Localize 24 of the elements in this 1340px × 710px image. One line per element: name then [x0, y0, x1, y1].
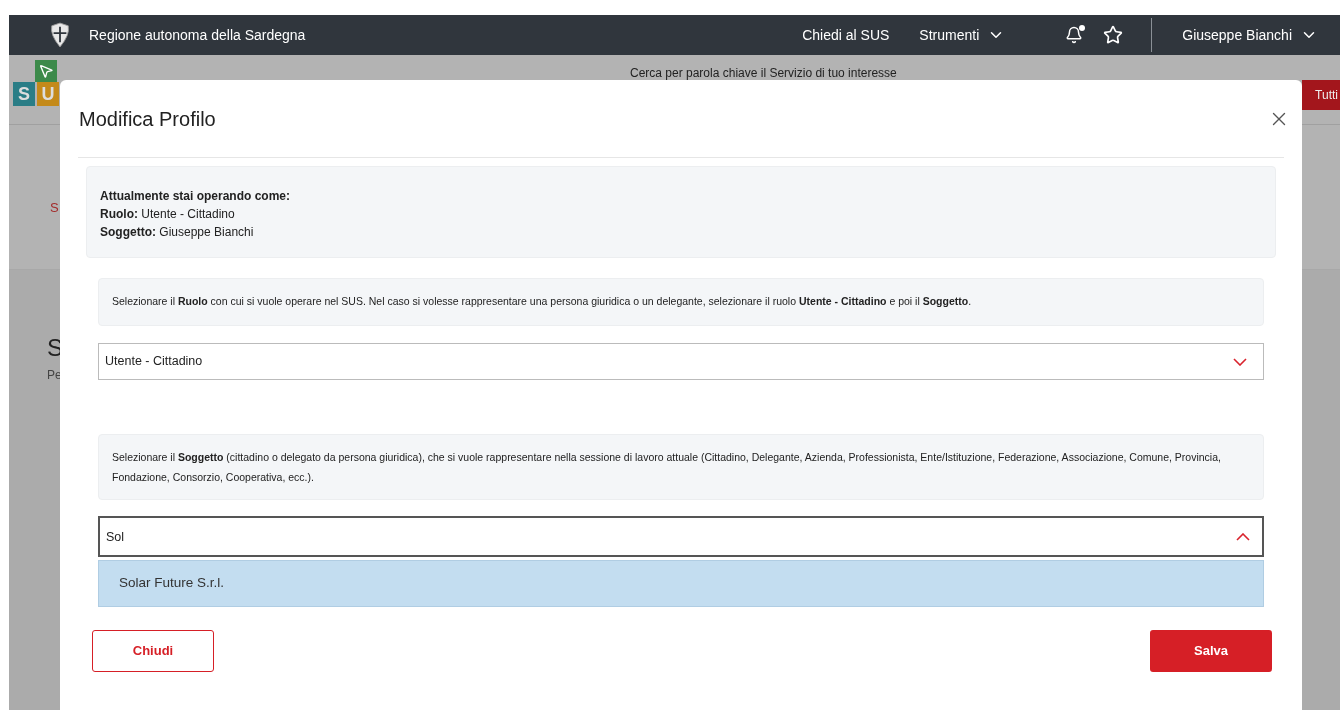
profile-detail: Ruolo: Utente - Cittadino: [100, 206, 236, 223]
star-icon[interactable]: [1103, 25, 1124, 45]
save-button[interactable]: Salva: [1150, 630, 1272, 672]
filter-button[interactable]: Tutti: [1302, 80, 1340, 110]
nav-link[interactable]: Chiedi al SUS: [802, 24, 890, 46]
close-button[interactable]: Chiudi: [92, 630, 214, 672]
help-text: Selezionare il Soggetto (cittadino o delegato da persona giuridica), che si vuole rappresentare nella sessione di lavoro attuale (Cittadino, Delegante, Azienda, Professionista, Ente/Istituzione, Federazione, Associazione, Comune, Provincia, Fondazione, Consorzio, Cooperativa, ecc.).: [112, 450, 1222, 485]
panel-heading: Attualmente stai operando come:: [100, 188, 292, 205]
menu-button[interactable]: Strumenti: [919, 24, 1006, 46]
notifications-button[interactable]: [1065, 25, 1086, 45]
role-select[interactable]: Utente - Cittadino: [98, 343, 1264, 380]
logo-letter: U: [37, 82, 59, 106]
modal-title: Modifica Profilo: [78, 106, 216, 132]
brand-name[interactable]: Regione autonoma della Sardegna: [89, 24, 306, 46]
help-text: Selezionare il Ruolo con cui si vuole operare nel SUS. Nel caso si volesse rappresentare una persona giuridica o un delegante, selezionare il ruolo Utente - Cittadino e poi il Soggetto.: [112, 294, 972, 310]
user-menu-button[interactable]: Giuseppe Bianchi: [1182, 24, 1318, 46]
dropdown-option[interactable]: Solar Future S.r.l.: [98, 560, 1264, 607]
breadcrumb-text: S: [50, 200, 59, 215]
search-hint: Cerca per parola chiave il Servizio di tuo interesse: [630, 65, 897, 78]
subject-input[interactable]: Sol: [98, 516, 1264, 557]
emblem-icon: [49, 22, 71, 48]
profile-detail: Soggetto: Giuseppe Bianchi: [100, 224, 255, 241]
bell-icon: [1065, 26, 1084, 44]
logo-letter: S: [13, 82, 35, 106]
